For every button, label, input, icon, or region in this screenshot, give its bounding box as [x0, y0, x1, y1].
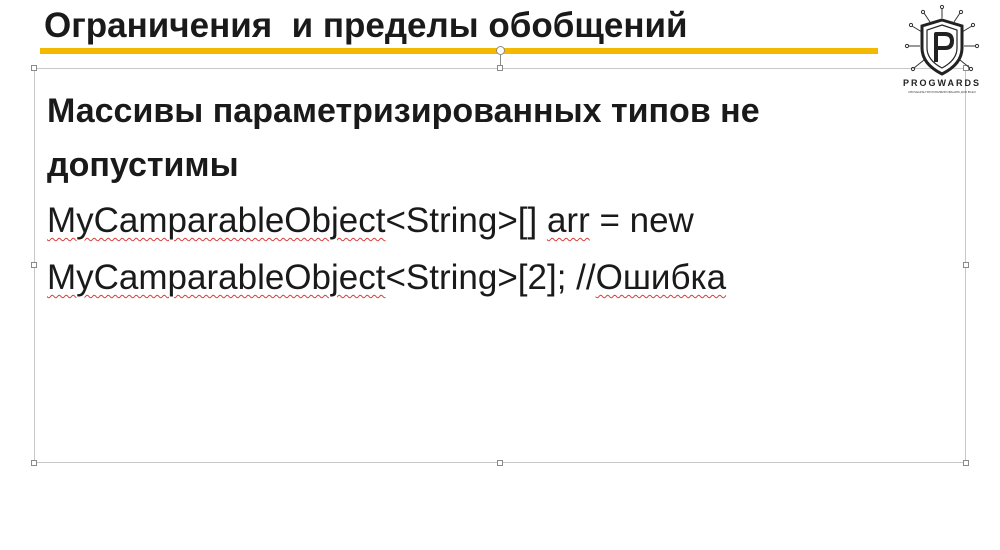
progwards-logo: PROGWARDS ОБУЧЕНИЕ ПРОГРАММИРОВАНИЮ ДЛЯ … — [896, 4, 988, 96]
code-fragment: <String>[2]; // — [385, 258, 596, 297]
code-class-name: MyCamparableObject — [47, 258, 386, 297]
slide-title: Ограничения и пределы обобщений — [44, 6, 688, 45]
title-underline-bar — [40, 48, 878, 54]
resize-handle-middle-right[interactable] — [963, 262, 969, 268]
slide: Ограничения и пределы обобщений Массивы … — [0, 0, 1000, 550]
resize-handle-bottom-center[interactable] — [497, 460, 503, 466]
resize-handle-middle-left[interactable] — [31, 262, 37, 268]
code-fragment: <String>[] — [385, 201, 547, 240]
code-variable-name: arr — [546, 201, 590, 240]
code-fragment: = new — [589, 201, 694, 240]
code-comment: Ошибка — [595, 258, 727, 297]
resize-handle-top-center[interactable] — [497, 65, 503, 71]
code-line-1: MyCamparableObject<String>[] arr = new — [47, 192, 947, 249]
logo-wordmark: PROGWARDS — [902, 78, 981, 88]
content-heading-line-1: Массивы параметризированных типов не — [47, 92, 760, 130]
resize-handle-top-left[interactable] — [31, 65, 37, 71]
shield-logo-icon — [904, 4, 980, 76]
resize-handle-bottom-right[interactable] — [963, 460, 969, 466]
rotate-handle[interactable] — [496, 46, 505, 55]
code-line-2: MyCamparableObject<String>[2]; //Ошибка — [47, 249, 947, 306]
code-class-name: MyCamparableObject — [47, 201, 386, 240]
text-box-content[interactable]: Массивы параметризированных типов не доп… — [47, 84, 947, 306]
logo-tagline: ОБУЧЕНИЕ ПРОГРАММИРОВАНИЮ ДЛЯ ВСЕХ — [908, 90, 976, 94]
resize-handle-bottom-left[interactable] — [31, 460, 37, 466]
content-heading-line-2: допустимы — [47, 146, 239, 184]
